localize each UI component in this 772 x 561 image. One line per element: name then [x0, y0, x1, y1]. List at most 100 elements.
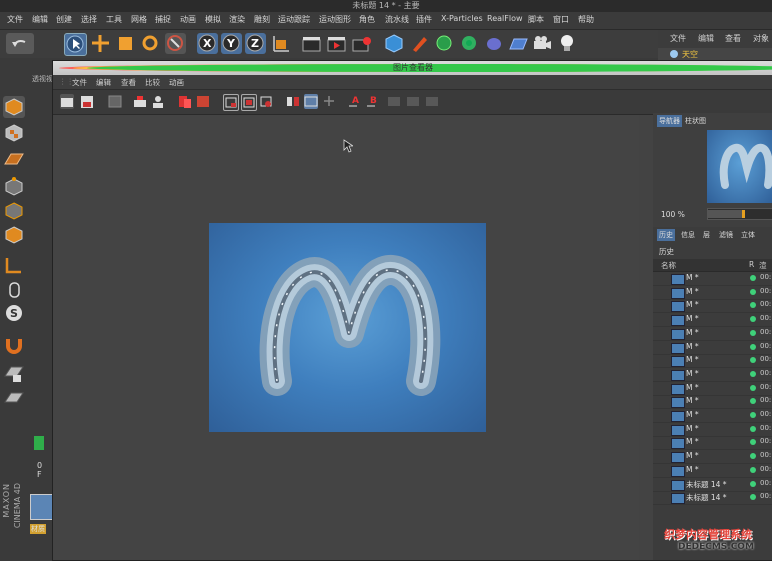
set-a-button[interactable]: A [348, 94, 362, 109]
scale-tool-button[interactable] [115, 33, 136, 54]
pen-button[interactable] [409, 33, 430, 54]
tab-layer[interactable]: 层 [701, 229, 712, 241]
history-row[interactable]: M * 00: [653, 382, 772, 396]
play-button[interactable] [425, 94, 439, 109]
zoom-slider-handle[interactable] [742, 210, 745, 218]
ab-compare-button[interactable] [286, 94, 300, 109]
viewer-menu-edit[interactable]: 编辑 [96, 77, 111, 88]
stop-render-button[interactable] [178, 94, 192, 109]
subdivision-button[interactable] [434, 33, 455, 54]
menu-mograph[interactable]: 运动图形 [319, 14, 351, 25]
lock-workplane-button[interactable] [3, 362, 25, 384]
y-axis-button[interactable]: Y [221, 33, 242, 54]
menu-x-particles[interactable]: X-Particles [441, 14, 483, 23]
history-row[interactable]: M * 00: [653, 286, 772, 300]
menu-create[interactable]: 创建 [56, 14, 72, 25]
live-selection-button[interactable] [165, 33, 186, 54]
floor-button[interactable] [508, 33, 529, 54]
prev-frame-button[interactable] [387, 94, 401, 109]
history-row[interactable]: M * 00: [653, 341, 772, 355]
history-row[interactable]: M * 00: [653, 368, 772, 382]
column-render-time[interactable]: 渲 [759, 260, 767, 271]
menu-animate[interactable]: 动画 [180, 14, 196, 25]
viewer-menu-file[interactable]: 文件 [72, 77, 87, 88]
history-row[interactable]: M * 00: [653, 464, 772, 478]
render-region-button[interactable] [133, 94, 147, 109]
light-button[interactable] [557, 33, 578, 54]
set-b-button[interactable]: B [366, 94, 380, 109]
next-frame-button[interactable] [406, 94, 420, 109]
coordinate-system-button[interactable] [271, 33, 292, 54]
split-view-button[interactable] [304, 94, 318, 109]
history-row[interactable]: M * 00: [653, 272, 772, 286]
points-mode-button[interactable] [3, 176, 25, 198]
move-tool-button[interactable] [90, 33, 111, 54]
menu-script[interactable]: 脚本 [528, 14, 544, 25]
timeline-marker[interactable] [34, 436, 44, 450]
render-queue-button[interactable] [196, 94, 210, 109]
snapshot-button[interactable] [259, 94, 273, 109]
tab-navigator[interactable]: 导航器 [657, 115, 682, 127]
zoom-slider[interactable] [707, 208, 772, 220]
camera-button[interactable] [532, 33, 553, 54]
navigator-thumbnail[interactable] [707, 130, 772, 203]
history-row[interactable]: M * 00: [653, 354, 772, 369]
object-tab-edit[interactable]: 编辑 [698, 33, 714, 44]
full-view-button[interactable] [241, 94, 257, 111]
history-row[interactable]: M * 00: [653, 436, 772, 451]
swap-button[interactable] [322, 94, 336, 109]
history-row[interactable]: M * 00: [653, 327, 772, 341]
tab-history[interactable]: 历史 [657, 229, 675, 241]
history-row[interactable]: M * 00: [653, 299, 772, 314]
save-button[interactable] [80, 94, 94, 109]
x-axis-button[interactable]: X [197, 33, 218, 54]
render-user-button[interactable] [151, 94, 165, 109]
viewer-menu-compare[interactable]: 比较 [145, 77, 160, 88]
menu-snap[interactable]: 捕捉 [155, 14, 171, 25]
render-settings-button[interactable] [351, 33, 372, 54]
grid-view-button[interactable] [108, 94, 122, 109]
deformer-button[interactable] [484, 33, 505, 54]
render-view-button[interactable] [301, 33, 322, 54]
edges-mode-button[interactable] [3, 200, 25, 222]
menu-file[interactable]: 文件 [7, 14, 23, 25]
model-mode-button[interactable] [3, 96, 25, 118]
column-r[interactable]: R [749, 260, 754, 269]
tab-filter[interactable]: 滤镜 [717, 229, 735, 241]
history-row[interactable]: 未标题 14 * 00: [653, 478, 772, 492]
tab-stereo[interactable]: 立体 [739, 229, 757, 241]
grid-button[interactable] [3, 388, 25, 410]
rotate-tool-button[interactable] [140, 33, 161, 54]
z-axis-button[interactable]: Z [245, 33, 266, 54]
material-thumbnail[interactable] [30, 494, 54, 520]
render-picture-viewer-button[interactable] [326, 33, 347, 54]
tab-info[interactable]: 信息 [679, 229, 697, 241]
menu-mesh[interactable]: 网格 [131, 14, 147, 25]
history-row[interactable]: M * 00: [653, 313, 772, 328]
texture-mode-button[interactable] [3, 122, 25, 144]
object-row-sky[interactable]: 天空 [658, 48, 772, 60]
polygons-mode-button[interactable] [3, 224, 25, 246]
history-row[interactable]: 未标题 14 * 00: [653, 491, 772, 506]
object-tab-object[interactable]: 对象 [753, 33, 769, 44]
history-row[interactable]: M * 00: [653, 409, 772, 423]
menu-motion-tracking[interactable]: 运动跟踪 [278, 14, 310, 25]
tweak-button[interactable] [3, 278, 25, 300]
menu-help[interactable]: 帮助 [578, 14, 594, 25]
select-tool-button[interactable] [64, 33, 87, 56]
history-row[interactable]: M * 00: [653, 395, 772, 410]
history-row[interactable]: M * 00: [653, 450, 772, 465]
menu-simulate[interactable]: 模拟 [205, 14, 221, 25]
menu-render[interactable]: 渲染 [229, 14, 245, 25]
menu-character[interactable]: 角色 [359, 14, 375, 25]
column-name[interactable]: 名称 [661, 260, 676, 271]
object-tab-file[interactable]: 文件 [670, 33, 686, 44]
menu-edit[interactable]: 编辑 [32, 14, 48, 25]
cube-button[interactable] [384, 33, 405, 54]
tab-histogram[interactable]: 柱状图 [683, 115, 708, 127]
history-row[interactable]: M * 00: [653, 423, 772, 437]
viewer-canvas[interactable] [53, 115, 639, 560]
axis-mode-button[interactable] [3, 254, 25, 276]
menu-tools[interactable]: 工具 [106, 14, 122, 25]
snap-button[interactable]: S [3, 302, 25, 324]
